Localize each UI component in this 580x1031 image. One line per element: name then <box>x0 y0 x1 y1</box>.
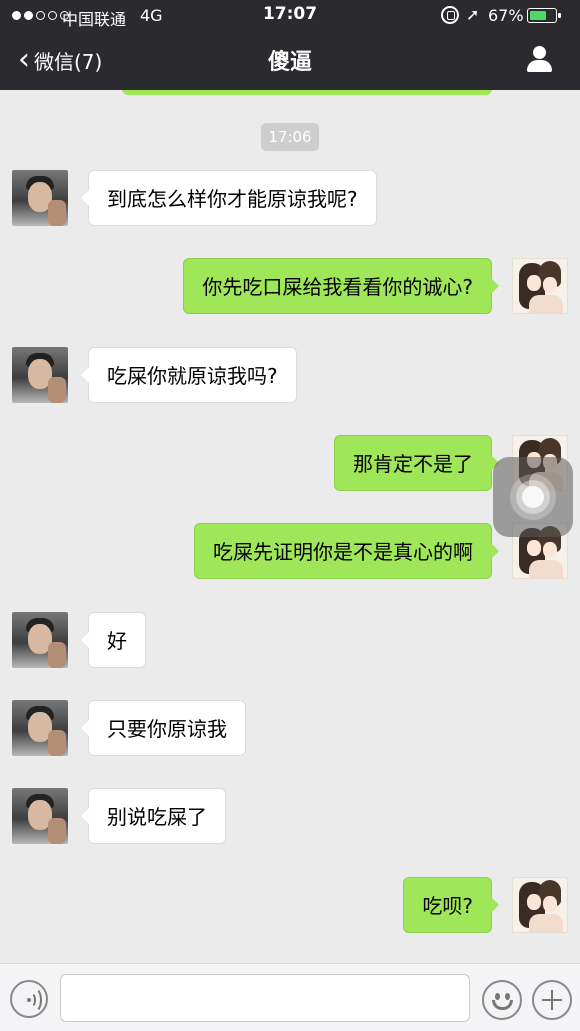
header: 中国联通 4G 17:07 ➚ 67% ‹ 微信(7) 傻逼 <box>0 0 580 90</box>
plus-icon[interactable] <box>532 980 572 1020</box>
sent-message[interactable]: 那肯定不是了 <box>334 435 499 491</box>
sent-message[interactable]: 吃呗? <box>403 877 499 933</box>
received-message[interactable]: 吃屎你就原谅我吗? <box>81 347 297 403</box>
assistive-touch-button[interactable] <box>493 457 573 537</box>
received-message[interactable]: 好 <box>81 612 146 668</box>
contact-avatar[interactable] <box>12 700 68 756</box>
sent-message[interactable]: 吃屎先证明你是不是真心的啊 <box>194 523 499 579</box>
status-bar: 中国联通 4G 17:07 ➚ 67% <box>0 0 580 30</box>
contact-avatar[interactable] <box>12 788 68 844</box>
battery-percent: 67% <box>488 6 524 25</box>
voice-icon[interactable] <box>10 980 48 1018</box>
received-message[interactable]: 到底怎么样你才能原谅我呢? <box>81 170 377 226</box>
my-avatar[interactable] <box>512 877 568 933</box>
orientation-lock-icon <box>441 6 459 24</box>
previous-message-bubble <box>122 90 492 95</box>
emoji-icon[interactable] <box>482 980 522 1020</box>
location-arrow-icon: ➚ <box>466 5 480 24</box>
my-avatar[interactable] <box>512 258 568 314</box>
message-timestamp: 17:06 <box>261 123 319 151</box>
received-message[interactable]: 别说吃屎了 <box>81 788 226 844</box>
contact-avatar[interactable] <box>12 347 68 403</box>
battery-fill <box>530 11 547 20</box>
chat-title: 傻逼 <box>267 50 312 75</box>
person-icon <box>533 46 546 59</box>
battery-icon <box>527 8 561 23</box>
contact-info-button[interactable] <box>522 42 558 78</box>
received-message[interactable]: 只要你原谅我 <box>81 700 246 756</box>
sent-message[interactable]: 你先吃口屎给我看看你的诚心? <box>183 258 499 314</box>
contact-avatar[interactable] <box>12 170 68 226</box>
message-input[interactable] <box>60 974 470 1022</box>
nav-bar: ‹ 微信(7) 傻逼 <box>0 30 580 90</box>
contact-avatar[interactable] <box>12 612 68 668</box>
input-bar <box>0 963 580 1031</box>
